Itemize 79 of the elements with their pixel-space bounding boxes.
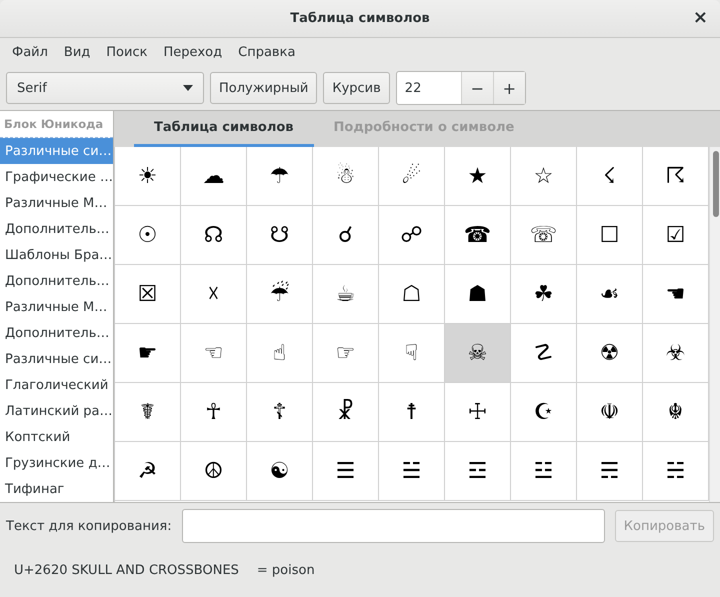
character-cell[interactable]: ☴ [576, 442, 643, 501]
menu-item[interactable]: Справка [230, 44, 304, 60]
character-cell[interactable]: ☦ [246, 383, 313, 442]
character-cell[interactable]: ☧ [312, 383, 379, 442]
character-cell[interactable]: ☠ [444, 324, 511, 383]
character-cell[interactable]: ☯ [246, 442, 313, 501]
character-cell[interactable]: ☔ [246, 265, 313, 324]
menu-item[interactable]: Файл [4, 44, 56, 60]
decrease-button[interactable]: − [460, 72, 493, 104]
block-item[interactable]: Графические … [0, 164, 113, 190]
character-cell[interactable]: ☫ [576, 383, 643, 442]
character-cell[interactable]: ☍ [378, 206, 445, 265]
caret-icon [183, 85, 193, 91]
block-item[interactable]: Дополнитель… [0, 216, 113, 242]
character-cell[interactable]: ☎ [444, 206, 511, 265]
character-name: U+2620 SKULL AND CROSSBONES [14, 562, 239, 578]
character-cell[interactable]: ☁ [180, 147, 247, 206]
bold-button[interactable]: Полужирный [210, 72, 318, 104]
block-item[interactable]: Коптский [0, 424, 113, 450]
character-cell[interactable]: ☒ [114, 265, 181, 324]
character-cell[interactable]: ☪ [510, 383, 577, 442]
character-cell[interactable]: ☩ [444, 383, 511, 442]
character-cell[interactable]: ☮ [180, 442, 247, 501]
character-cell[interactable]: ☱ [378, 442, 445, 501]
block-item[interactable]: Различные М… [0, 294, 113, 320]
character-cell[interactable]: ☂ [246, 147, 313, 206]
character-cell[interactable]: ★ [444, 147, 511, 206]
character-cell[interactable]: ☃ [312, 147, 379, 206]
block-item[interactable]: Шаблоны Бра… [0, 242, 113, 268]
character-cell[interactable]: ☛ [114, 324, 181, 383]
increase-button[interactable]: + [492, 72, 525, 104]
character-cell[interactable]: ☋ [246, 206, 313, 265]
character-cell[interactable]: ☲ [444, 442, 511, 501]
menu-item[interactable]: Вид [56, 44, 98, 60]
character-cell[interactable]: ☇ [576, 147, 643, 206]
character-cell[interactable]: ☊ [180, 206, 247, 265]
font-dropdown[interactable]: Serif [6, 72, 204, 104]
character-cell[interactable]: ☡ [510, 324, 577, 383]
italic-button[interactable]: Курсив [323, 72, 390, 104]
character-note: = poison [256, 562, 315, 578]
size-value[interactable]: 22 [396, 72, 461, 104]
character-cell[interactable]: ☉ [114, 206, 181, 265]
size-spinner[interactable]: 22 − + [396, 71, 526, 105]
block-item[interactable]: Различные М… [0, 190, 113, 216]
character-cell[interactable]: ☀ [114, 147, 181, 206]
close-button[interactable]: × [688, 8, 712, 28]
character-cell[interactable]: ☐ [576, 206, 643, 265]
character-cell[interactable]: ☌ [312, 206, 379, 265]
block-item[interactable]: Дополнитель… [0, 268, 113, 294]
block-item[interactable]: Глаголический [0, 372, 113, 398]
character-cell[interactable]: ☨ [378, 383, 445, 442]
character-cell[interactable]: ☳ [510, 442, 577, 501]
character-cell[interactable]: ☞ [312, 324, 379, 383]
copy-text-field[interactable] [182, 509, 605, 543]
character-cell[interactable]: ☓ [180, 265, 247, 324]
character-cell[interactable]: ☕ [312, 265, 379, 324]
copy-label: Текст для копирования: [6, 518, 172, 534]
character-cell[interactable]: ☆ [510, 147, 577, 206]
block-item[interactable]: Грузинские д… [0, 450, 113, 476]
window-title: Таблица символов [290, 11, 430, 26]
block-item[interactable]: Тифинаг [0, 476, 113, 502]
character-cell[interactable]: ☙ [576, 265, 643, 324]
character-cell[interactable]: ☏ [510, 206, 577, 265]
menu-item[interactable]: Переход [155, 44, 230, 60]
character-cell[interactable]: ☤ [114, 383, 181, 442]
character-cell[interactable]: ☄ [378, 147, 445, 206]
block-item[interactable]: Дополнитель… [0, 320, 113, 346]
character-cell[interactable]: ☭ [114, 442, 181, 501]
character-cell[interactable]: ☖ [378, 265, 445, 324]
scrollbar[interactable] [708, 147, 720, 502]
character-cell[interactable]: ☝ [246, 324, 313, 383]
block-item[interactable]: Латинский ра… [0, 398, 113, 424]
menu-item[interactable]: Поиск [98, 44, 156, 60]
character-cell[interactable]: ☥ [180, 383, 247, 442]
character-cell[interactable]: ☘ [510, 265, 577, 324]
character-cell[interactable]: ☰ [312, 442, 379, 501]
block-item[interactable]: Различные си… [0, 346, 113, 372]
character-cell[interactable]: ☜ [180, 324, 247, 383]
character-cell[interactable]: ☢ [576, 324, 643, 383]
